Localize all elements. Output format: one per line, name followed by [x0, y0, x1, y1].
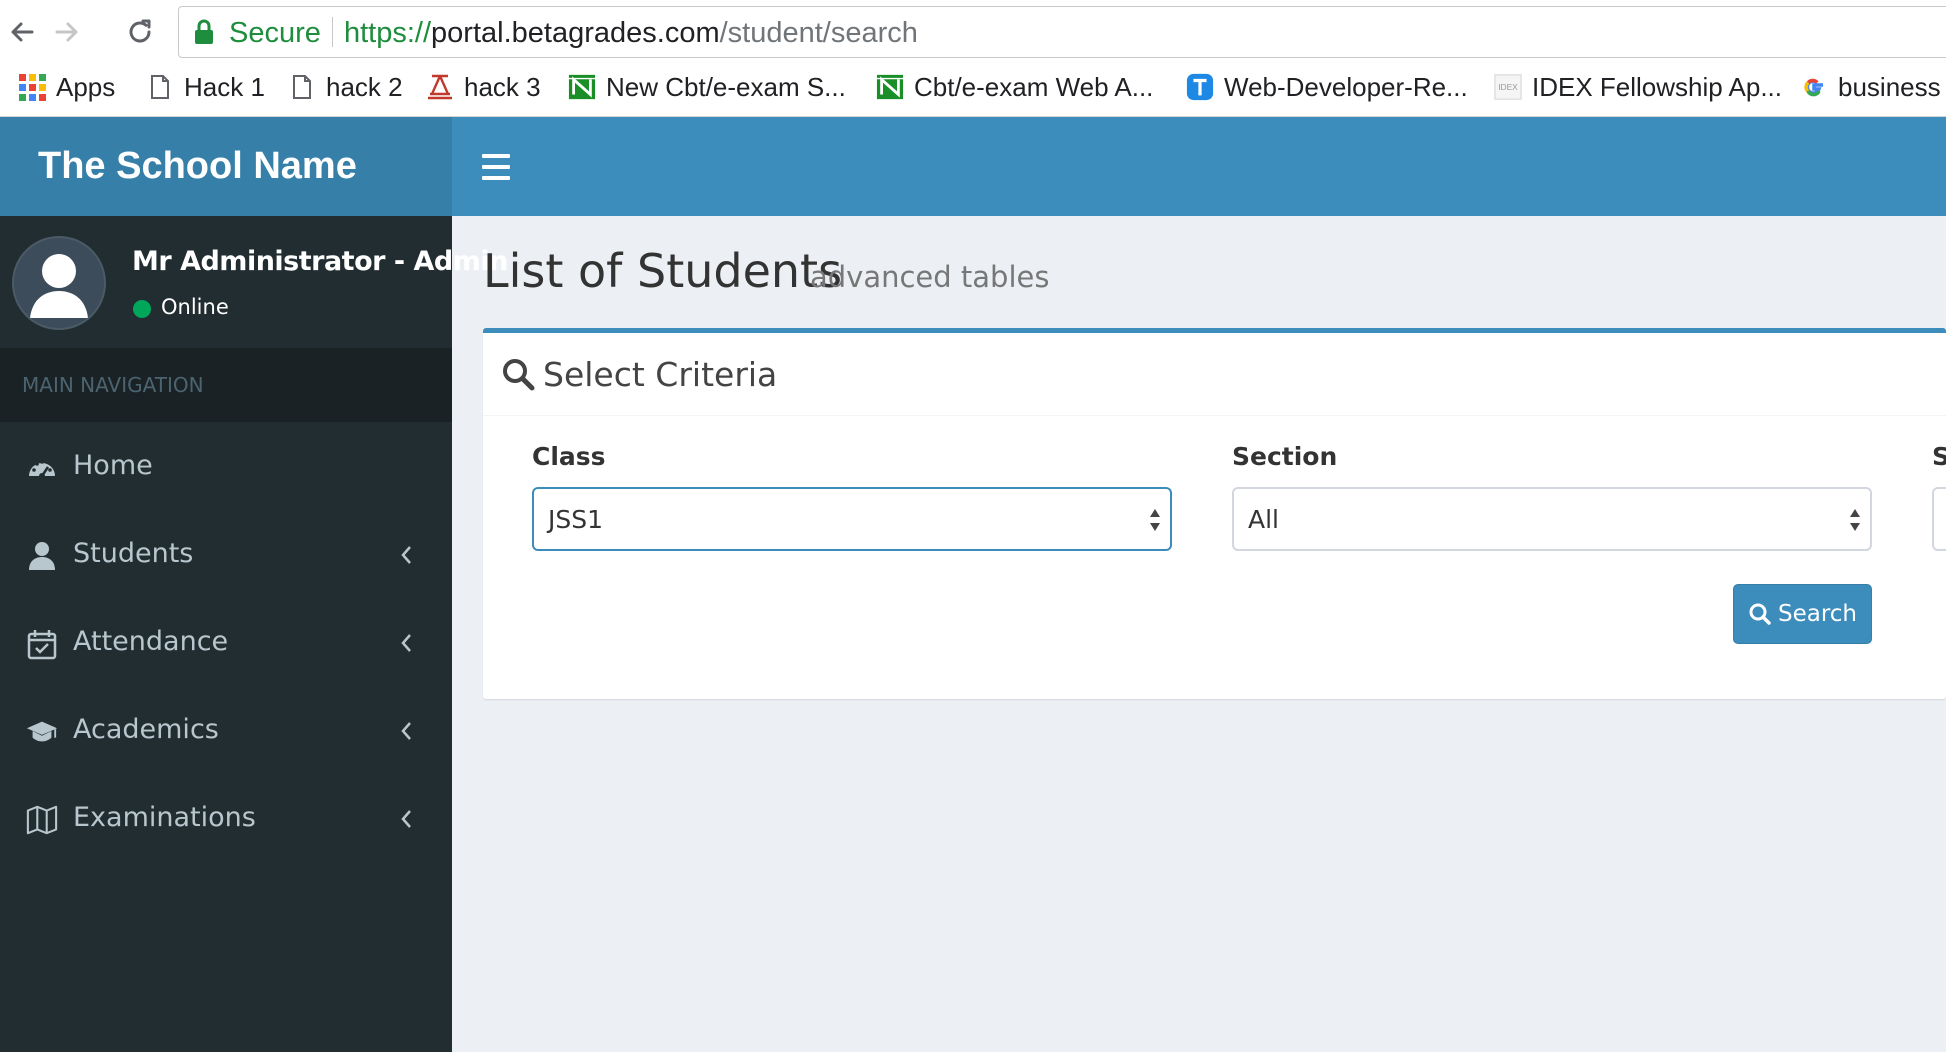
url-text[interactable]: https://portal.betagrades.com/student/se…	[344, 17, 918, 50]
google-g-icon	[1800, 73, 1828, 101]
page-icon	[146, 73, 174, 101]
bookmark-label: hack 2	[326, 71, 403, 102]
search-icon	[1749, 603, 1771, 625]
select-arrows-icon	[1150, 509, 1160, 531]
online-status-dot	[133, 300, 151, 318]
chevron-left-icon	[401, 546, 411, 564]
page-subtitle: advanced tables	[810, 260, 1050, 294]
section-select[interactable]: All	[1232, 487, 1872, 551]
bookmark-label: New Cbt/e-exam S...	[606, 71, 846, 102]
user-avatar-icon	[30, 254, 88, 318]
bookmark-label: hack 3	[464, 71, 541, 102]
bookmark-cbt-web[interactable]: Cbt/e-exam Web A...	[876, 70, 1153, 104]
sidebar-item-home[interactable]: Home	[0, 424, 452, 512]
url-scheme: https://	[344, 17, 432, 49]
arrow-left-icon	[11, 22, 34, 42]
map-icon	[26, 805, 58, 835]
page-icon	[288, 73, 316, 101]
sidebar-item-label: Examinations	[73, 802, 256, 833]
bookmark-new-cbt[interactable]: New Cbt/e-exam S...	[568, 70, 846, 104]
chevron-left-icon	[401, 722, 411, 740]
top-navbar	[452, 117, 1946, 216]
chevron-left-icon	[401, 810, 411, 828]
bookmark-label: Apps	[56, 71, 116, 102]
bookmark-label: IDEX Fellowship Ap...	[1532, 71, 1782, 102]
browser-chrome: Secure https://portal.betagrades.com/stu…	[0, 0, 1946, 117]
stamp-icon	[426, 73, 454, 101]
chevron-left-icon	[401, 634, 411, 652]
bookmark-label: Web-Developer-Re...	[1224, 71, 1468, 102]
secure-label: Secure	[229, 17, 321, 49]
user-panel: Mr Administrator - Admin Online	[0, 216, 508, 346]
hamburger-line	[482, 165, 510, 169]
blue-t-icon	[1186, 73, 1214, 101]
bookmark-web-developer[interactable]: Web-Developer-Re...	[1186, 70, 1468, 104]
bookmarks-bar: Apps Hack 1 hack 2 hack 3 New Cbt/e-exam…	[0, 64, 1946, 110]
nav-header-label: MAIN NAVIGATION	[22, 373, 204, 397]
box-title: Select Criteria	[543, 355, 778, 394]
nav-header: MAIN NAVIGATION	[0, 348, 452, 422]
sidebar-item-label: Attendance	[73, 626, 229, 657]
reload-icon	[129, 19, 151, 43]
bookmark-hack-3[interactable]: hack 3	[426, 70, 541, 104]
sidebar: Mr Administrator - Admin Online MAIN NAV…	[0, 216, 508, 1052]
bookmark-hack-1[interactable]: Hack 1	[146, 70, 265, 104]
green-n-icon	[568, 73, 596, 101]
sidebar-item-academics[interactable]: Academics	[0, 688, 452, 776]
box-header: Select Criteria	[483, 333, 1946, 416]
avatar[interactable]	[12, 236, 106, 330]
bookmark-label: Cbt/e-exam Web A...	[914, 71, 1154, 102]
section-select-value: All	[1248, 505, 1279, 534]
search-button-label: Search	[1777, 601, 1858, 627]
dashboard-icon	[29, 460, 55, 479]
svg-text:IDEX: IDEX	[1498, 82, 1518, 92]
bookmark-label: Hack 1	[184, 71, 265, 102]
url-host: portal.betagrades.com	[431, 17, 720, 49]
green-n-icon	[876, 73, 904, 101]
third-field-label: S	[1932, 442, 1946, 471]
idex-icon: IDEX	[1494, 73, 1522, 101]
user-name: Mr Administrator - Admin	[132, 246, 508, 277]
sidebar-item-students[interactable]: Students	[0, 512, 452, 600]
user-icon	[29, 542, 55, 570]
sidebar-toggle-button[interactable]	[482, 154, 510, 180]
bookmark-apps[interactable]: Apps	[18, 70, 115, 104]
class-select-value: JSS1	[548, 505, 604, 534]
search-icon	[503, 359, 535, 391]
third-field-select[interactable]	[1932, 487, 1946, 551]
url-path: /student/search	[719, 17, 918, 49]
hamburger-line	[482, 176, 510, 180]
bookmark-label: business	[1838, 71, 1941, 102]
select-arrows-icon	[1850, 509, 1860, 531]
bookmark-idex[interactable]: IDEX IDEX Fellowship Ap...	[1494, 70, 1782, 104]
sidebar-item-label: Academics	[73, 714, 219, 745]
reload-button[interactable]	[118, 10, 162, 54]
apps-grid-icon	[18, 73, 46, 101]
lock-icon	[195, 19, 213, 44]
school-name: The School Name	[38, 145, 357, 187]
graduation-cap-icon	[26, 721, 58, 742]
sidebar-item-attendance[interactable]: Attendance	[0, 600, 452, 688]
search-button[interactable]: Search	[1733, 584, 1872, 644]
school-logo[interactable]: The School Name	[0, 117, 452, 216]
bookmark-hack-2[interactable]: hack 2	[288, 70, 403, 104]
back-button[interactable]	[0, 10, 44, 54]
sidebar-item-label: Students	[73, 538, 194, 569]
sidebar-item-examinations[interactable]: Examinations	[0, 776, 452, 864]
arrow-right-icon	[55, 22, 78, 42]
url-divider	[332, 17, 333, 47]
hamburger-line	[482, 154, 510, 158]
class-label: Class	[532, 442, 606, 471]
sidebar-item-label: Home	[73, 450, 153, 481]
forward-button[interactable]	[45, 10, 89, 54]
address-bar[interactable]: Secure https://portal.betagrades.com/stu…	[178, 6, 1946, 58]
section-label: Section	[1232, 442, 1338, 471]
bookmark-business[interactable]: business	[1800, 70, 1941, 104]
online-status-text: Online	[161, 295, 229, 319]
class-select[interactable]: JSS1	[532, 487, 1172, 551]
page-title: List of Students	[483, 244, 843, 298]
calendar-check-icon	[27, 630, 57, 660]
